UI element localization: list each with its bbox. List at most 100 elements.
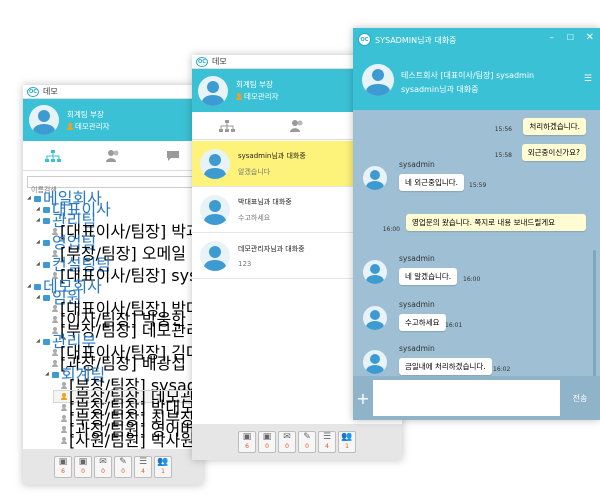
message-time: 16:01 (445, 322, 463, 329)
close-icon[interactable]: ✕ (586, 32, 594, 43)
avatar (363, 350, 387, 374)
maximize-icon[interactable]: ☐ (567, 33, 574, 42)
menu-icon[interactable]: ☰ (584, 74, 592, 84)
tab-org-chart[interactable] (23, 141, 83, 170)
avatar (200, 148, 230, 179)
footer-count: 6 (245, 443, 249, 450)
org-window-titlebar[interactable]: OC 데모 (23, 85, 203, 99)
footer-count: 0 (285, 443, 289, 450)
incoming-message: 네 알겠습니다. (399, 268, 458, 285)
footer-button[interactable]: ▣ 0 (258, 431, 276, 453)
footer-button[interactable]: ✉ 0 (94, 456, 112, 478)
note-icon: ✎ (119, 457, 127, 467)
footer-count: 1 (161, 468, 165, 475)
expand-toggle-icon[interactable]: ◢ (36, 204, 41, 215)
message-area[interactable]: 처리하겠습니다. 15:56 외근중이신가요? 15:58 sysadmin 네 외근중입… (353, 110, 600, 420)
expand-toggle-icon[interactable]: ◢ (36, 336, 41, 347)
scrollbar[interactable] (593, 250, 596, 380)
expand-toggle-icon[interactable]: ◢ (36, 237, 41, 248)
app-logo-icon: OC (196, 57, 208, 67)
conversation-preview: 수고하세요 (238, 213, 271, 222)
list-icon: ☰ (322, 432, 332, 442)
profile-name: 회계팀 부장 (236, 80, 273, 89)
footer-button[interactable]: ☰ 4 (318, 431, 336, 453)
minimize-icon[interactable]: – (550, 33, 555, 43)
footer-count: 0 (265, 443, 269, 450)
footer-button[interactable]: ✉ 0 (278, 431, 296, 453)
avatar (29, 105, 59, 135)
conversation-window-title: 데모 (212, 57, 227, 66)
org-search-box (27, 176, 199, 195)
tab-contacts[interactable] (83, 141, 143, 170)
folder-icon: ▣ (78, 457, 88, 467)
people-icon: 👥 (341, 432, 353, 442)
folder-icon: ▣ (58, 457, 68, 467)
sender-name: sysadmin (399, 254, 435, 263)
tab-contacts[interactable] (262, 112, 332, 139)
user-icon (52, 316, 58, 323)
user-icon (61, 393, 67, 400)
user-icon (67, 123, 73, 130)
org-chart-icon (45, 149, 61, 162)
message-time: 16:00 (382, 226, 400, 233)
expand-toggle-icon[interactable]: ◢ (45, 369, 50, 380)
expand-toggle-icon[interactable]: ◢ (36, 215, 41, 226)
folder-icon (43, 206, 50, 213)
folder-icon (34, 283, 41, 290)
message-time: 15:56 (494, 126, 512, 133)
expand-toggle-icon[interactable]: ◢ (36, 259, 41, 270)
user-icon (52, 360, 58, 367)
folder-icon: ▣ (242, 432, 252, 442)
folder-icon (43, 338, 50, 345)
footer-count: 4 (141, 468, 145, 475)
footer-button[interactable]: 👥 1 (338, 431, 356, 453)
expand-toggle-icon[interactable]: ◢ (27, 193, 32, 204)
conversation-preview: 알겠습니다 (238, 167, 271, 176)
footer-button[interactable]: ▣ 6 (238, 431, 256, 453)
message-input[interactable] (373, 380, 560, 416)
user-icon (61, 437, 67, 444)
tree-person[interactable]: [사원/팀원] 박사원 (54, 431, 196, 450)
footer-button[interactable]: 👥 1 (154, 456, 172, 478)
outgoing-message: 영업문의 왔습니다. 쪽지로 내용 보내드릴게요 (406, 214, 586, 231)
sender-name: sysadmin (399, 160, 435, 169)
footer-button[interactable]: ▣ 0 (74, 456, 92, 478)
profile-role: 데모관리자 (67, 121, 110, 132)
footer-count: 1 (345, 443, 349, 450)
org-window: OC 데모 회계팀 부장 데모관리자 ◢메일회사◢대표이사◢관리팀[대표이사/팀… (23, 85, 203, 485)
avatar (200, 240, 230, 271)
folder-icon (43, 261, 50, 268)
send-button[interactable]: 전송 (560, 376, 600, 420)
org-window-title: 데모 (43, 87, 58, 96)
chat-titlebar[interactable]: OC SYSADMIN님과 대화중 – ☐ ✕ (353, 28, 600, 52)
conversation-title: 데모관리자님과 대화중 (238, 244, 305, 253)
chat-window: OC SYSADMIN님과 대화중 – ☐ ✕ 테스트회사 [대표이사/팀장] … (353, 28, 600, 420)
user-icon (236, 93, 242, 100)
footer-button[interactable]: ☰ 4 (134, 456, 152, 478)
incoming-message: 수고하세요 (399, 314, 446, 331)
attach-button[interactable]: + (353, 376, 373, 420)
chat-input-bar: + 전송 (353, 376, 600, 420)
folder-icon (52, 371, 59, 378)
expand-toggle-icon[interactable]: ◢ (36, 292, 41, 303)
conversation-preview: 123 (238, 259, 252, 268)
message-time: 16:00 (463, 276, 481, 283)
incoming-message: 네 외근중입니다. (399, 174, 465, 191)
mail-icon: ✉ (283, 432, 291, 442)
conversation-text: 박대표님과 대화중수고하세요 (238, 197, 292, 223)
footer-button[interactable]: ✎ 0 (114, 456, 132, 478)
tab-org-chart[interactable] (192, 112, 262, 139)
people-icon: 👥 (157, 457, 169, 467)
conversation-title: 박대표님과 대화중 (238, 197, 292, 206)
expand-toggle-icon[interactable]: ◢ (27, 281, 32, 292)
tree-label: [사원/팀원] 박사원 (69, 431, 196, 450)
footer-button[interactable]: ▣ 6 (54, 456, 72, 478)
conversation-text: sysadmin님과 대화중 알겠습니다 (238, 151, 306, 177)
incoming-message: 금일내에 처리하겠습니다. (399, 358, 492, 375)
outgoing-message: 외근중이신가요? (521, 144, 586, 161)
outgoing-message: 처리하겠습니다. (523, 118, 586, 135)
footer-button[interactable]: ✎ 0 (298, 431, 316, 453)
org-chart-icon (219, 119, 235, 132)
footer-count: 0 (121, 468, 125, 475)
contacts-icon (290, 119, 303, 132)
